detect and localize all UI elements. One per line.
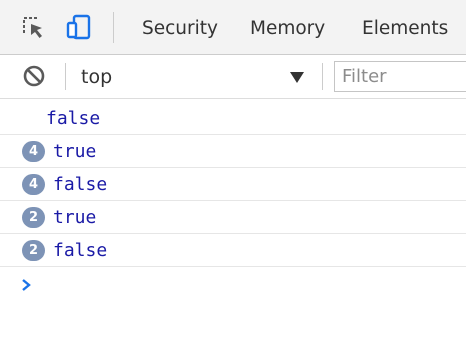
console-message: 2 true <box>0 201 466 234</box>
console-message: 4 false <box>0 168 466 201</box>
message-value: false <box>46 108 101 129</box>
chevron-right-icon[interactable] <box>20 277 34 293</box>
toolbar-divider <box>322 63 323 90</box>
tab-memory[interactable]: Memory <box>250 17 325 41</box>
toolbar-divider <box>65 63 66 90</box>
tab-elements[interactable]: Elements <box>362 17 448 41</box>
devtools-tab-bar: Security Memory Elements <box>0 0 466 55</box>
message-value: false <box>53 240 108 261</box>
message-value: false <box>53 174 108 195</box>
tab-security[interactable]: Security <box>142 17 218 41</box>
tab-divider <box>113 12 114 43</box>
console-message: 4 true <box>0 135 466 168</box>
repeat-count-badge: 2 <box>22 240 45 261</box>
console-message: 2 false <box>0 234 466 267</box>
clear-console-icon[interactable] <box>22 64 46 88</box>
repeat-count-badge: 4 <box>22 174 45 195</box>
console-toolbar: top <box>0 55 466 99</box>
filter-input[interactable] <box>334 61 466 92</box>
repeat-count-badge: 2 <box>22 207 45 228</box>
device-toolbar-icon[interactable] <box>65 12 95 42</box>
inspect-element-icon[interactable] <box>18 12 48 42</box>
repeat-count-badge: 4 <box>22 141 45 162</box>
context-label: top <box>81 66 113 88</box>
message-value: true <box>53 207 97 228</box>
console-message: false <box>0 102 466 135</box>
message-value: true <box>53 141 97 162</box>
dropdown-arrow-icon <box>290 72 304 83</box>
console-messages: false 4 true 4 false 2 true 2 false <box>0 99 466 349</box>
context-selector[interactable]: top <box>68 61 314 92</box>
